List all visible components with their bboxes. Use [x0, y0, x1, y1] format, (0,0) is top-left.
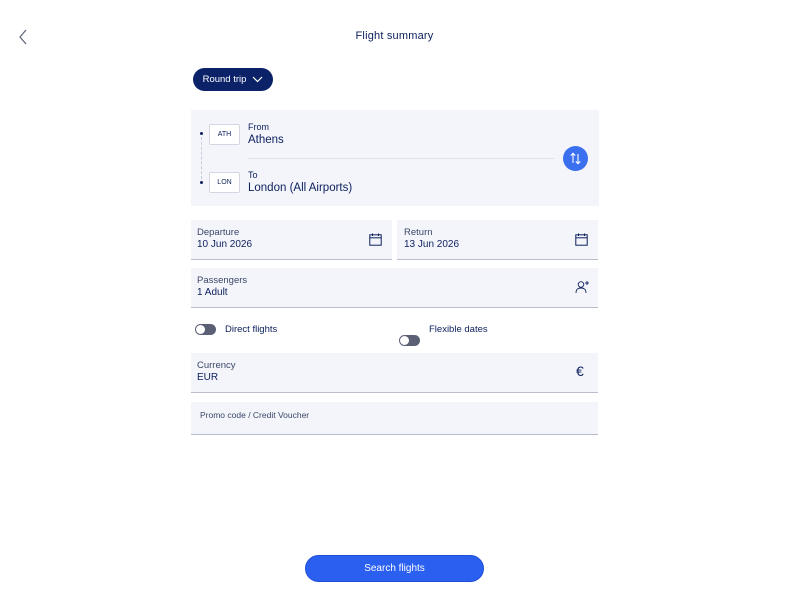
promo-code-placeholder: Promo code / Credit Voucher	[200, 410, 310, 420]
trip-type-dropdown[interactable]: Round trip	[193, 68, 273, 91]
swap-arrows-icon	[570, 152, 581, 165]
direct-flights-label: Direct flights	[225, 324, 278, 335]
flexible-dates-toggle[interactable]	[399, 335, 420, 346]
origin-code: ATH	[209, 124, 240, 145]
trip-type-label: Round trip	[202, 74, 247, 85]
route-divider	[248, 158, 554, 159]
destination-selector[interactable]: LON To London (All Airports)	[209, 168, 549, 202]
destination-label: To	[248, 170, 258, 180]
passengers-value: 1 Adult	[197, 287, 228, 298]
page-title: Flight summary	[355, 30, 434, 42]
destination-code: LON	[209, 172, 240, 193]
add-person-icon	[575, 281, 589, 294]
currency-value: EUR	[197, 372, 219, 383]
chevron-down-icon	[252, 76, 263, 83]
currency-label: Currency	[197, 360, 236, 371]
origin-selector[interactable]: ATH From Athens	[209, 120, 549, 154]
calendar-icon	[369, 233, 382, 246]
departure-date-field[interactable]: Departure 10 Jun 2026	[191, 220, 392, 260]
passengers-label: Passengers	[197, 275, 248, 286]
calendar-icon	[575, 233, 588, 246]
destination-dot	[200, 181, 203, 184]
origin-city: Athens	[248, 134, 284, 146]
swap-route-button[interactable]	[563, 146, 588, 171]
promo-code-field[interactable]: Promo code / Credit Voucher	[191, 402, 598, 435]
flexible-dates-label: Flexible dates	[429, 324, 488, 335]
origin-label: From	[248, 122, 269, 132]
toggle-knob	[400, 336, 409, 345]
departure-label: Departure	[197, 227, 240, 238]
return-value: 13 Jun 2026	[404, 239, 460, 250]
origin-dot	[200, 132, 203, 135]
return-date-field[interactable]: Return 13 Jun 2026	[397, 220, 598, 260]
currency-field[interactable]: Currency EUR €	[191, 353, 598, 393]
search-flights-button[interactable]: Search flights	[305, 555, 484, 582]
direct-flights-toggle[interactable]	[195, 324, 216, 335]
return-label: Return	[404, 227, 433, 238]
euro-icon: €	[576, 363, 584, 379]
destination-city: London (All Airports)	[248, 182, 353, 194]
route-connector	[201, 137, 202, 179]
toggle-knob	[196, 325, 205, 334]
departure-value: 10 Jun 2026	[197, 239, 253, 250]
passengers-field[interactable]: Passengers 1 Adult	[191, 268, 598, 308]
